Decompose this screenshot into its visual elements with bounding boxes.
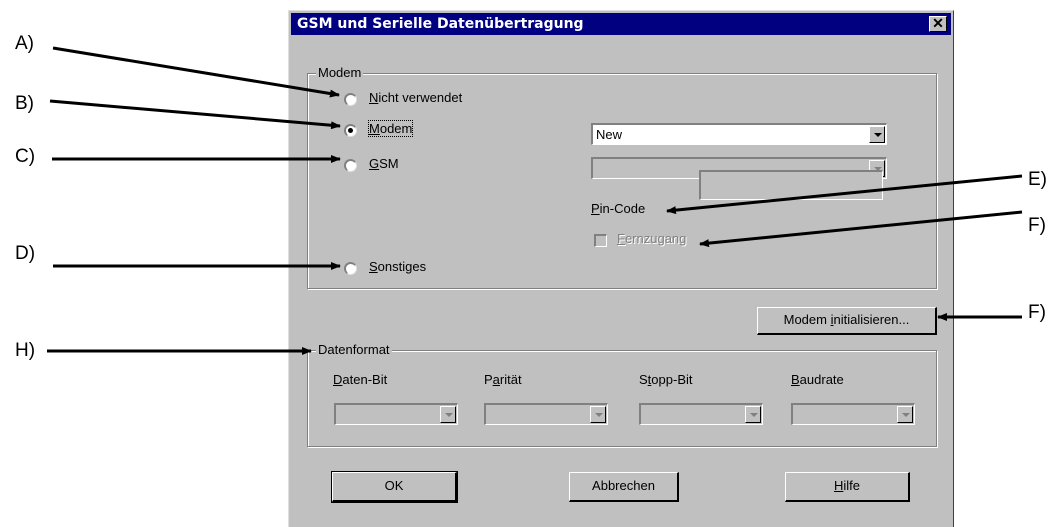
arrow-f-top [699, 210, 1023, 248]
arrow-e [666, 174, 1023, 215]
arrow-b [49, 99, 341, 130]
callout-arrows [47, 46, 1023, 355]
arrow-a [52, 46, 340, 98]
